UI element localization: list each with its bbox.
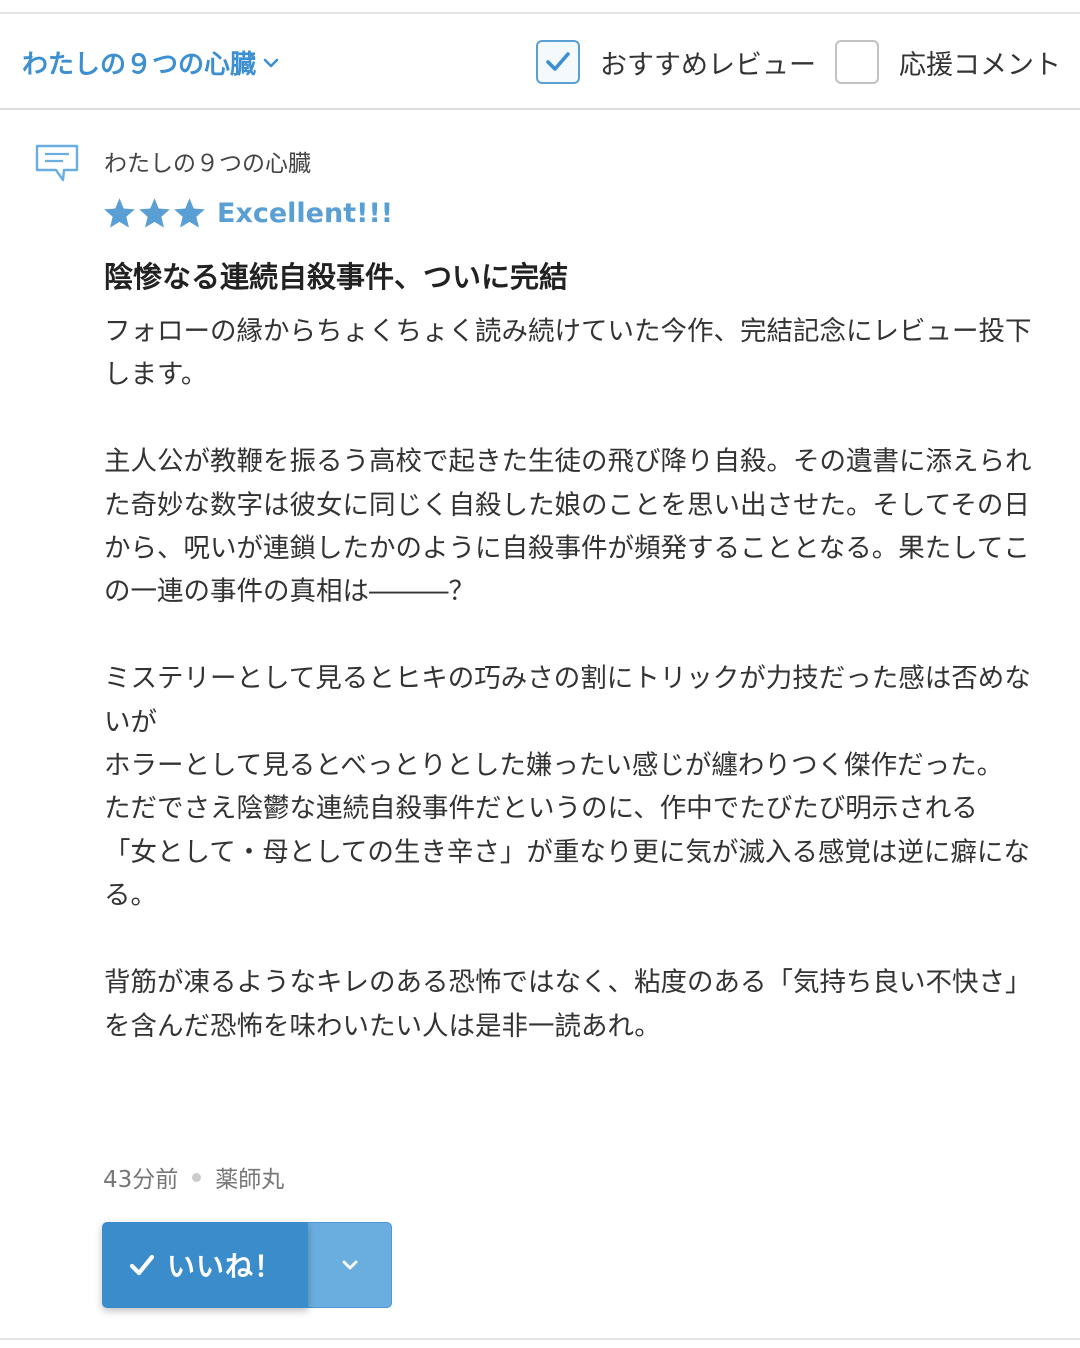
filter-support-comments[interactable]: 応援コメント xyxy=(835,40,1061,84)
checkmark-icon xyxy=(546,52,570,71)
review-body: フォローの縁からちょくちょく読み続けていた今作、完結記念にレビュー投下します。 … xyxy=(104,310,1034,1048)
review-paragraph: 主人公が教鞭を振るう高校で起きた生徒の飛び降り自殺。その遺書に添えられた奇妙な数… xyxy=(104,446,1032,608)
star-icon xyxy=(104,198,135,228)
review-paragraph: ミステリーとして見るとヒキの巧みさの割にトリックが力技だった感は否めないが xyxy=(104,663,1031,738)
recommended-reviews-label: おすすめレビュー xyxy=(600,49,816,81)
like-button-label: いいね！ xyxy=(166,1250,283,1283)
review-paragraph: 背筋が凍るようなキレのある恐怖ではなく、粘度のある「気持ち良い不快さ」を含んだ恐… xyxy=(104,967,1032,1042)
filter-recommended-reviews[interactable]: おすすめレビュー xyxy=(536,40,816,84)
comment-icon xyxy=(35,144,79,182)
like-options-dropdown-button[interactable] xyxy=(308,1222,392,1308)
bottom-divider xyxy=(0,1338,1080,1340)
review-paragraph: フォローの縁からちょくちょく読み続けていた今作、完結記念にレビュー投下します。 xyxy=(104,316,1032,391)
checkmark-icon xyxy=(129,1254,155,1276)
review-card: わたしの９つの心臓 Excellent!!! 陰惨なる連続自殺事件、ついに完結 … xyxy=(0,112,1080,1340)
meta-separator-dot xyxy=(192,1172,202,1182)
star-icon xyxy=(174,198,205,228)
work-selector-label: わたしの９つの心臓 xyxy=(22,50,257,80)
support-comments-label: 応援コメント xyxy=(899,49,1061,81)
like-button-group: いいね！ xyxy=(102,1222,392,1308)
review-paragraph: 「女として・母としての生き辛さ」が重なり更に気が滅入る感覚は逆に癖になる。 xyxy=(104,836,1030,912)
rating-label: Excellent!!! xyxy=(217,198,394,229)
star-rating: Excellent!!! xyxy=(102,196,393,231)
chevron-down-icon xyxy=(263,58,279,67)
review-filter-header: わたしの９つの心臓 おすすめレビュー 応援コメント xyxy=(0,14,1080,110)
review-work-title[interactable]: わたしの９つの心臓 xyxy=(104,144,311,178)
like-button[interactable]: いいね！ xyxy=(102,1222,308,1308)
recommended-reviews-checkbox[interactable] xyxy=(536,40,580,84)
review-paragraph: ただでさえ陰鬱な連続自殺事件だというのに、作中でたびたび明示される xyxy=(104,793,978,825)
chevron-down-icon xyxy=(342,1260,357,1270)
review-paragraph: ホラーとして見るとべっとりとした嫌ったい感じが纏わりつく傑作だった。 xyxy=(104,750,1004,782)
review-paragraph xyxy=(104,918,1034,961)
review-title: 陰惨なる連続自殺事件、ついに完結 xyxy=(104,260,569,294)
review-paragraph xyxy=(104,397,1034,440)
review-meta: 43分前 薬師丸 xyxy=(103,1160,284,1194)
support-comments-checkbox[interactable] xyxy=(835,40,879,84)
review-author[interactable]: 薬師丸 xyxy=(215,1160,284,1194)
work-selector-dropdown[interactable]: わたしの９つの心臓 xyxy=(22,44,280,81)
star-icon xyxy=(139,198,170,228)
review-paragraph xyxy=(104,614,1034,657)
review-timestamp: 43分前 xyxy=(103,1167,179,1193)
